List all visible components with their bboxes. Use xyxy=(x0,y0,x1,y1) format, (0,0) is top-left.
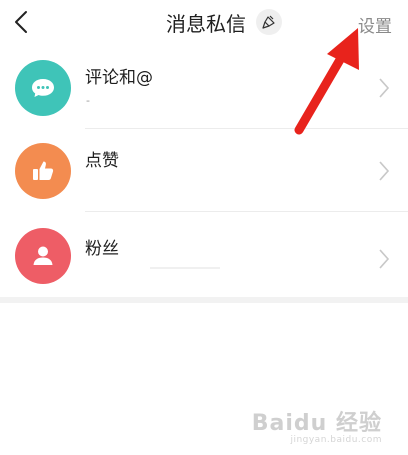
watermark: Baidu 经验 jingyan.baidu.com xyxy=(252,405,382,445)
watermark-main: Baidu 经验 xyxy=(251,411,382,436)
followers-avatar xyxy=(15,228,71,284)
row-subtitle: - xyxy=(86,94,90,107)
red-arrow-annotation xyxy=(294,28,359,135)
chat-bubble-icon xyxy=(32,79,54,97)
chevron-left-icon xyxy=(15,11,27,33)
section-separator xyxy=(0,297,408,303)
clear-unread-button[interactable] xyxy=(256,9,282,35)
page-title: 消息私信 xyxy=(166,11,246,36)
row-title: 点赞 xyxy=(85,151,119,171)
back-button[interactable] xyxy=(6,6,38,38)
broom-icon xyxy=(262,15,275,29)
chevron-right-icon xyxy=(379,249,390,269)
person-icon xyxy=(33,246,53,265)
row-title: 粉丝 xyxy=(85,239,119,259)
chevron-right-icon xyxy=(379,161,390,181)
title-group: 消息私信 xyxy=(166,8,282,36)
blurred-preview xyxy=(150,267,220,269)
likes-avatar xyxy=(15,143,71,199)
chevron-right-icon xyxy=(379,78,390,98)
row-title: 评论和@ xyxy=(85,68,153,88)
list-item-followers[interactable]: 粉丝 xyxy=(0,212,408,300)
comments-avatar xyxy=(15,60,71,116)
thumbs-up-icon xyxy=(33,161,54,180)
list-item-likes[interactable]: 点赞 xyxy=(0,129,408,212)
